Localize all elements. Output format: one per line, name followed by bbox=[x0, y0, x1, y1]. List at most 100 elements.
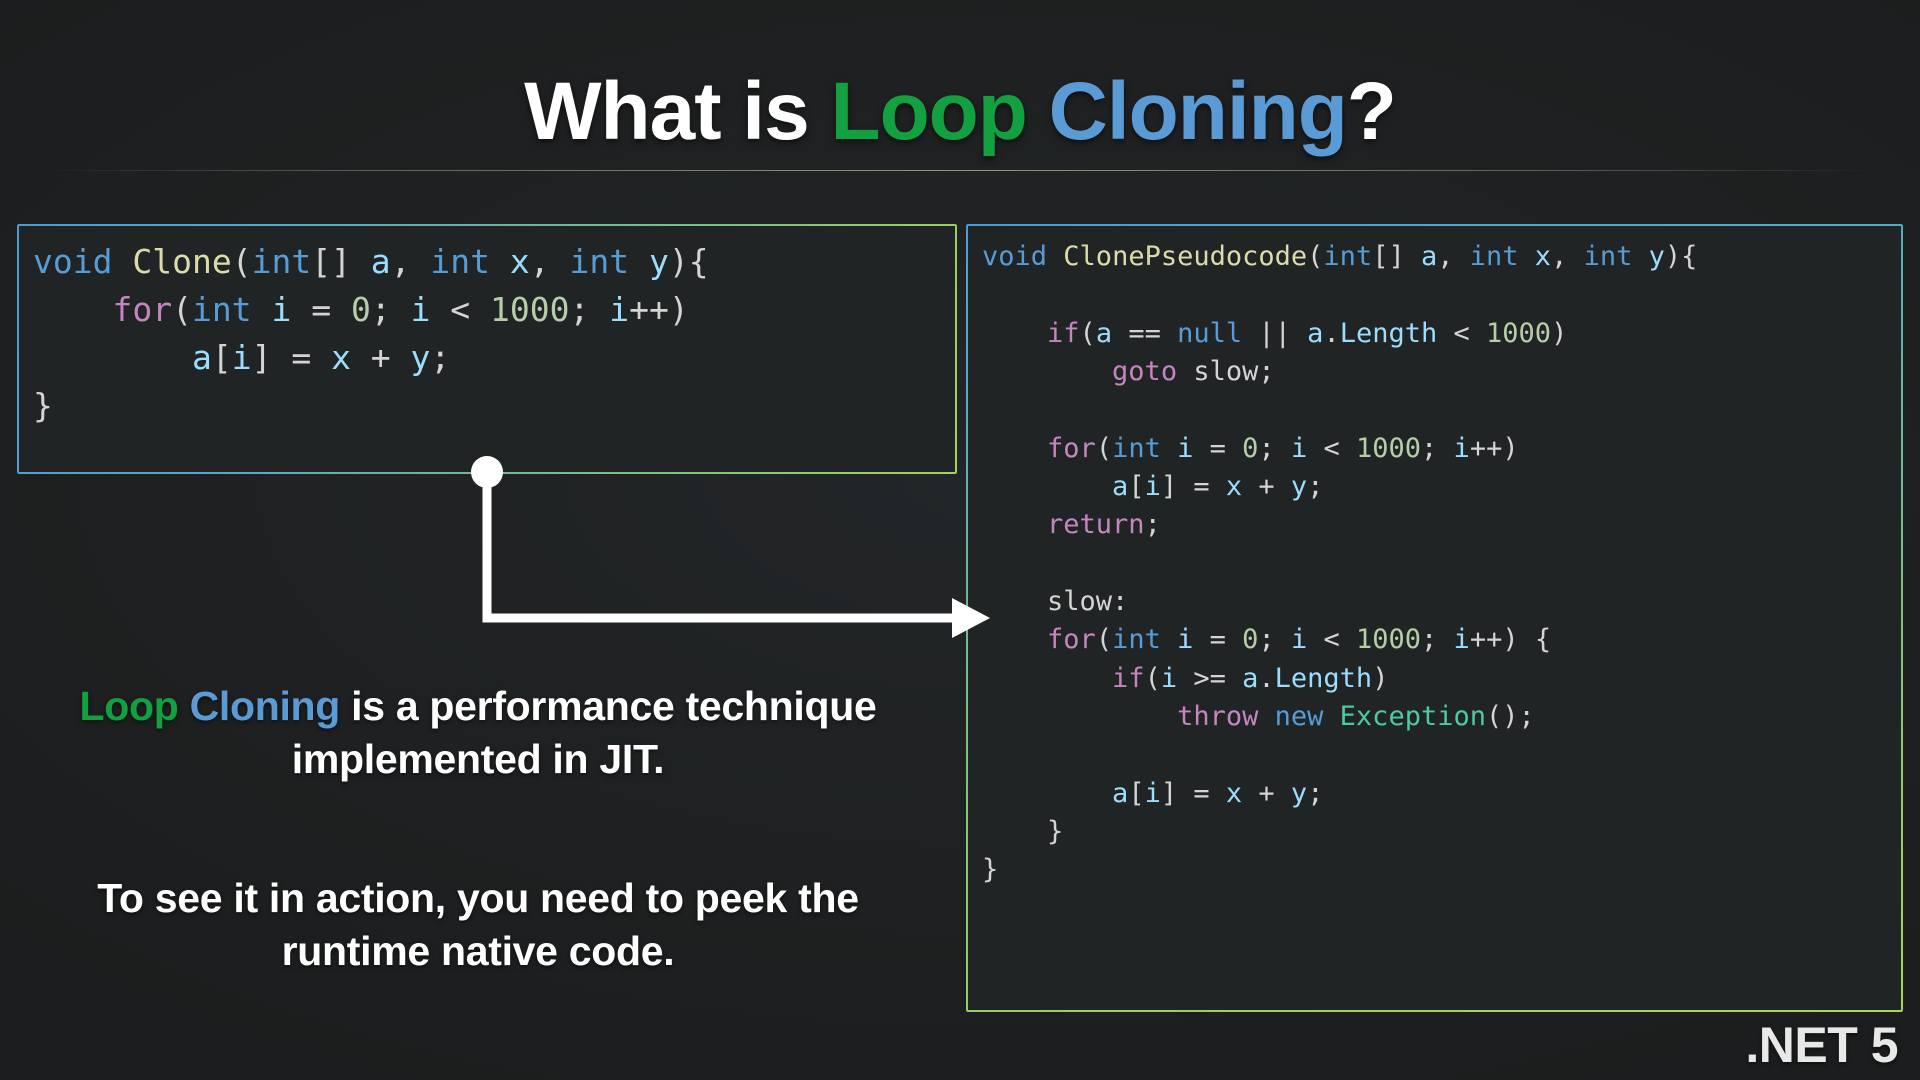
code-token: y bbox=[1290, 777, 1308, 809]
code-token: i bbox=[1290, 624, 1308, 656]
code-token: } bbox=[982, 854, 999, 886]
code-token: int bbox=[191, 289, 252, 329]
code-token: i bbox=[1177, 432, 1194, 464]
code-token: a bbox=[1112, 777, 1129, 809]
code-block-pseudocode: void ClonePseudocode(int[] a, int x, int… bbox=[966, 224, 1903, 1012]
code-token: ) bbox=[1551, 317, 1568, 349]
code-token: i bbox=[1144, 777, 1161, 809]
code-token: Length bbox=[1339, 317, 1438, 349]
code-token: slow; bbox=[1177, 355, 1275, 387]
title-part-plain: What is bbox=[524, 65, 831, 157]
code-token: == bbox=[1112, 317, 1178, 349]
code-token: x bbox=[331, 337, 351, 377]
code-token: x bbox=[1534, 241, 1552, 272]
code-token: i bbox=[231, 337, 252, 377]
code-token: [] bbox=[311, 242, 371, 281]
code-token: ] = bbox=[251, 337, 332, 377]
code-token: ( bbox=[1095, 432, 1113, 464]
code-token: < bbox=[430, 289, 491, 329]
code-token: , bbox=[1437, 241, 1470, 272]
code-token: i bbox=[1453, 432, 1470, 464]
code-token: ( bbox=[1307, 241, 1324, 272]
code-token: y bbox=[1648, 241, 1665, 272]
code-token: ){ bbox=[1664, 241, 1698, 272]
code-token: void bbox=[33, 242, 113, 281]
code-token: a bbox=[1307, 317, 1324, 349]
code-token: || bbox=[1242, 317, 1308, 349]
code-token: = bbox=[1193, 432, 1243, 464]
code-token: ] = bbox=[1160, 777, 1226, 809]
code-token: new bbox=[1274, 700, 1324, 732]
code-token: ; bbox=[1421, 624, 1454, 656]
code-token: int bbox=[1469, 241, 1519, 272]
code-token: ; bbox=[1144, 509, 1161, 541]
code-token: 1000 bbox=[1356, 432, 1422, 464]
title-part-cloning: Cloning bbox=[1048, 65, 1348, 157]
code-token: < bbox=[1307, 624, 1356, 656]
code-token: null bbox=[1177, 317, 1243, 349]
code-token: ++) { bbox=[1469, 624, 1552, 656]
code-token: for bbox=[1047, 432, 1096, 464]
code-token: void bbox=[982, 241, 1048, 272]
code-token: a bbox=[1242, 662, 1259, 694]
code-token: = bbox=[1193, 624, 1243, 656]
code-clone-source: void Clone(int[] a, int x, int y){ for(i… bbox=[19, 226, 955, 429]
code-token: ; bbox=[1258, 432, 1291, 464]
code-token: ; bbox=[1307, 470, 1324, 502]
code-token: ){ bbox=[668, 242, 709, 281]
connector-path bbox=[482, 472, 952, 623]
title-space bbox=[1027, 66, 1049, 157]
code-token: int bbox=[569, 242, 630, 281]
code-token: } bbox=[33, 385, 53, 425]
title-part-question: ? bbox=[1346, 65, 1397, 157]
paragraph-definition: Loop Cloning is a performance technique … bbox=[28, 680, 928, 787]
code-token: < bbox=[1437, 317, 1487, 349]
code-token: >= bbox=[1177, 662, 1243, 694]
code-token: (); bbox=[1485, 700, 1535, 732]
code-token: [ bbox=[211, 337, 232, 377]
code-token: if bbox=[1112, 662, 1145, 694]
code-token: 0 bbox=[350, 289, 371, 329]
code-token: a bbox=[191, 337, 212, 377]
code-token: ( bbox=[1095, 624, 1113, 656]
code-token: ; bbox=[569, 289, 610, 329]
code-token: i bbox=[1177, 624, 1194, 656]
code-token: a bbox=[1112, 470, 1129, 502]
page-title: What is Loop Cloning? bbox=[0, 61, 1920, 164]
code-token: x bbox=[509, 242, 530, 281]
code-token: y bbox=[1290, 470, 1308, 502]
code-token: for bbox=[112, 289, 173, 329]
paragraph-instruction: To see it in action, you need to peek th… bbox=[97, 875, 859, 975]
code-token: i bbox=[1453, 624, 1470, 656]
paragraph-highlight-loop: Loop bbox=[79, 683, 179, 729]
code-token: for bbox=[1047, 624, 1096, 656]
code-token: x bbox=[1225, 470, 1243, 502]
code-token: Clone bbox=[132, 242, 232, 281]
code-token: a bbox=[1420, 241, 1438, 272]
code-token: 1000 bbox=[490, 289, 570, 329]
code-token: + bbox=[1242, 470, 1291, 502]
code-token: ++) bbox=[1469, 432, 1519, 464]
code-token: . bbox=[1258, 662, 1275, 694]
code-token: goto bbox=[1112, 355, 1178, 387]
code-token: i bbox=[410, 289, 431, 329]
code-token: 1000 bbox=[1356, 624, 1422, 656]
code-token: ( bbox=[231, 242, 252, 281]
code-token: [ bbox=[1128, 470, 1145, 502]
code-pseudocode-source: void ClonePseudocode(int[] a, int x, int… bbox=[968, 226, 1901, 890]
